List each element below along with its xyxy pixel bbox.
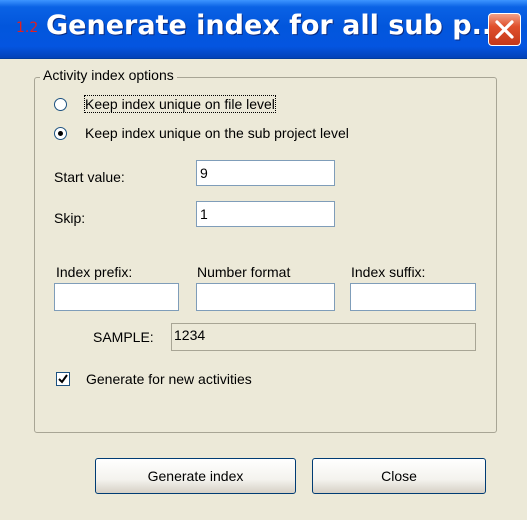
- start-value-input[interactable]: [196, 160, 335, 186]
- title-bar[interactable]: 1.2 Generate index for all sub p...: [0, 0, 527, 59]
- sample-value: 1234: [171, 323, 476, 351]
- skip-label: Skip:: [54, 210, 86, 226]
- number-format-label: Number format: [197, 264, 291, 280]
- index-prefix-label: Index prefix:: [56, 264, 133, 280]
- skip-input[interactable]: [196, 201, 335, 227]
- number-format-input[interactable]: [196, 283, 335, 311]
- radio-file-level[interactable]: [54, 98, 67, 111]
- index-suffix-label: Index suffix:: [351, 264, 426, 280]
- close-button[interactable]: Close: [312, 458, 486, 494]
- option-file-level-label[interactable]: Keep index unique on file level: [84, 95, 276, 113]
- checkmark-icon: [58, 374, 68, 384]
- generate-new-activities-label[interactable]: Generate for new activities: [86, 371, 252, 387]
- group-legend: Activity index options: [40, 67, 177, 83]
- sample-label: SAMPLE:: [93, 329, 154, 345]
- generate-index-button[interactable]: Generate index: [95, 458, 296, 494]
- close-window-button[interactable]: [488, 13, 521, 46]
- index-prefix-input[interactable]: [54, 283, 179, 311]
- window-title: Generate index for all sub p...: [46, 10, 503, 41]
- index-suffix-input[interactable]: [350, 283, 476, 311]
- start-value-label: Start value:: [54, 169, 125, 185]
- generate-new-activities-checkbox[interactable]: [56, 372, 70, 386]
- radio-sub-project-level[interactable]: [54, 127, 67, 140]
- app-icon: 1.2: [16, 20, 39, 36]
- option-sub-project-level-label[interactable]: Keep index unique on the sub project lev…: [85, 125, 349, 141]
- close-icon: [495, 20, 514, 39]
